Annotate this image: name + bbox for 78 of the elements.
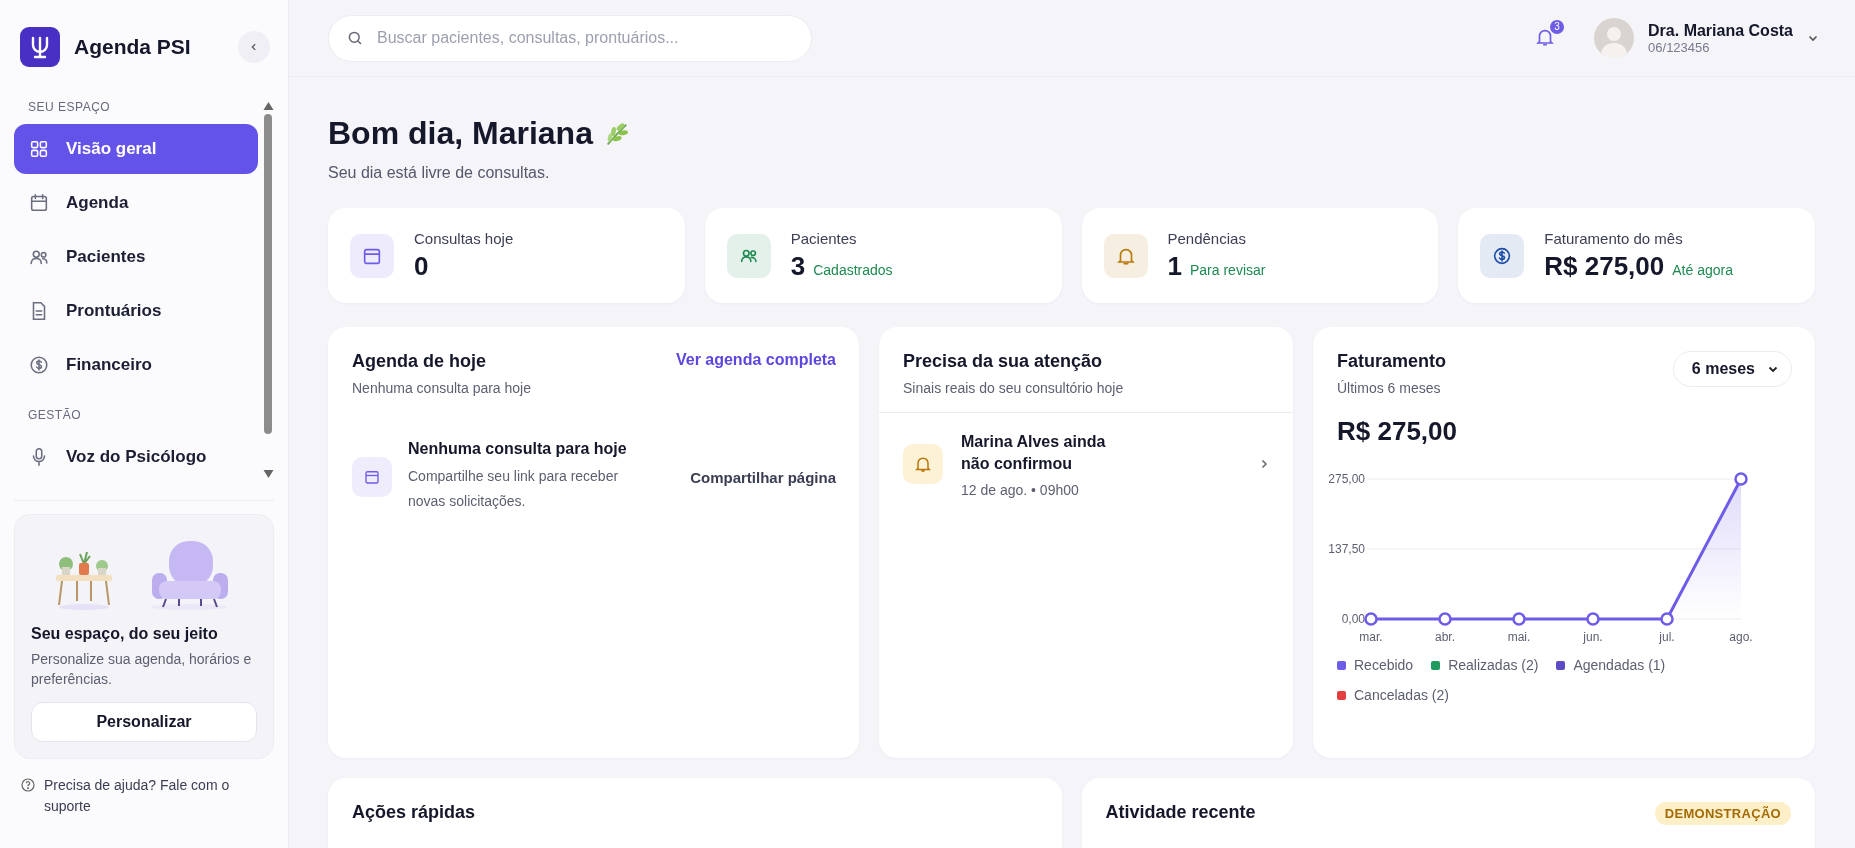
- empty-title: Nenhuma consulta para hoje: [408, 440, 628, 458]
- card-title: Ações rápidas: [352, 802, 476, 823]
- x-axis-label: jun.: [1583, 630, 1603, 644]
- card-subtitle: Sinais reais do seu consultório hoje: [903, 380, 1125, 396]
- x-axis-label: mar.: [1359, 630, 1383, 644]
- y-axis-label: 0,00: [1341, 612, 1365, 626]
- nav-item[interactable]: Prontuários: [14, 286, 258, 336]
- app-name: Agenda PSI: [74, 35, 192, 59]
- greeting-subtitle: Seu dia está livre de consultas.: [328, 164, 551, 182]
- card-subtitle: Últimos 6 meses: [1337, 380, 1442, 396]
- full-agenda-link[interactable]: Ver agenda completa: [675, 351, 836, 369]
- nav-item[interactable]: Financeiro: [14, 340, 258, 390]
- data-point: [1586, 612, 1600, 626]
- card-subtitle: Nenhuma consulta para hoje: [352, 380, 531, 396]
- scroll-up-icon[interactable]: [262, 102, 274, 110]
- customize-button[interactable]: Personalizar: [31, 701, 257, 742]
- legend-label: Realizadas (2): [1448, 657, 1539, 673]
- data-point: [1660, 612, 1674, 626]
- bell-icon: [903, 444, 943, 485]
- nav-item[interactable]: Voz do Psicólogo: [14, 432, 258, 482]
- y-axis-label: 275,00: [1328, 472, 1365, 486]
- stat-value: 1: [1167, 250, 1182, 282]
- nav-item[interactable]: Pacientes: [14, 232, 258, 282]
- logo-icon: [20, 27, 60, 67]
- grid-icon: [28, 138, 50, 160]
- stat-note: Para revisar: [1189, 261, 1266, 278]
- calendar-icon: [28, 192, 50, 214]
- attention-meta: 12 de ago. • 09h00: [961, 481, 1080, 498]
- data-point: [1438, 612, 1452, 626]
- x-axis-label: ago.: [1729, 630, 1753, 644]
- attention-title: Marina Alves ainda não confirmou: [961, 432, 1107, 475]
- stat-note: Até agora: [1672, 261, 1733, 278]
- x-axis-label: jul.: [1659, 630, 1675, 644]
- stat-value: 0: [414, 250, 429, 282]
- data-point: [1512, 612, 1526, 626]
- legend-label: Agendadas (1): [1573, 657, 1666, 673]
- period-dropdown[interactable]: 6 meses: [1672, 351, 1792, 387]
- search-field[interactable]: Buscar pacientes, consultas, prontuários...: [328, 14, 812, 62]
- stat-note: Cadastrados: [813, 261, 893, 278]
- promo-title: Seu espaço, do seu jeito: [31, 625, 219, 643]
- stat-label: Pacientes: [790, 229, 858, 247]
- help-link[interactable]: Precisa de ajuda? Fale com o suporte: [44, 774, 268, 817]
- attention-item[interactable]: Marina Alves ainda não confirmou 12 de ago. • 09h00: [879, 413, 1293, 498]
- legend-label: Canceladas (2): [1354, 687, 1449, 703]
- revenue-total: R$ 275,00: [1336, 415, 1458, 447]
- section-heading: SEU ESPAÇO: [27, 99, 112, 116]
- stat-label: Faturamento do mês: [1544, 229, 1684, 247]
- section-heading: GESTÃO: [27, 407, 82, 424]
- data-point: [1364, 612, 1378, 626]
- user-id: 06/123456: [1648, 39, 1711, 55]
- data-point: [1734, 472, 1748, 486]
- demo-badge: DEMONSTRAÇÃO: [1654, 802, 1791, 825]
- nav-item[interactable]: Visão geral: [14, 124, 258, 174]
- empty-text: Compartilhe seu link para receber novas solicitações.: [408, 467, 620, 512]
- stat-value: R$ 275,00: [1544, 250, 1665, 282]
- legend-label: Recebido: [1354, 657, 1414, 673]
- x-axis-label: abr.: [1435, 630, 1455, 644]
- x-axis-label: mai.: [1507, 630, 1531, 644]
- card-title: Precisa da sua atenção: [903, 351, 1104, 372]
- stat-value: 3: [790, 250, 806, 282]
- dollar-icon: [28, 354, 50, 376]
- help-icon: [20, 776, 36, 793]
- calendar-icon: [352, 457, 392, 498]
- y-axis-label: 137,50: [1328, 542, 1365, 556]
- stat-label: Consultas hoje: [414, 229, 514, 247]
- card-title: Atividade recente: [1105, 802, 1256, 823]
- card-title: Agenda de hoje: [352, 351, 487, 372]
- scrollbar-thumb[interactable]: [264, 114, 272, 434]
- scroll-down-icon[interactable]: [262, 470, 274, 478]
- chevron-left-icon: [249, 42, 259, 52]
- stat-label: Pendências: [1167, 229, 1247, 247]
- share-page-link[interactable]: Compartilhar página: [690, 468, 836, 486]
- card-title: Faturamento: [1337, 351, 1446, 372]
- user-name: Dra. Mariana Costa: [1648, 21, 1793, 40]
- greeting-title: Bom dia, Mariana: [328, 115, 593, 152]
- promo-text: Personalize sua agenda, horários e preferências.: [31, 650, 253, 690]
- nav-item[interactable]: Agenda: [14, 178, 258, 228]
- notification-count: 3: [1550, 19, 1565, 34]
